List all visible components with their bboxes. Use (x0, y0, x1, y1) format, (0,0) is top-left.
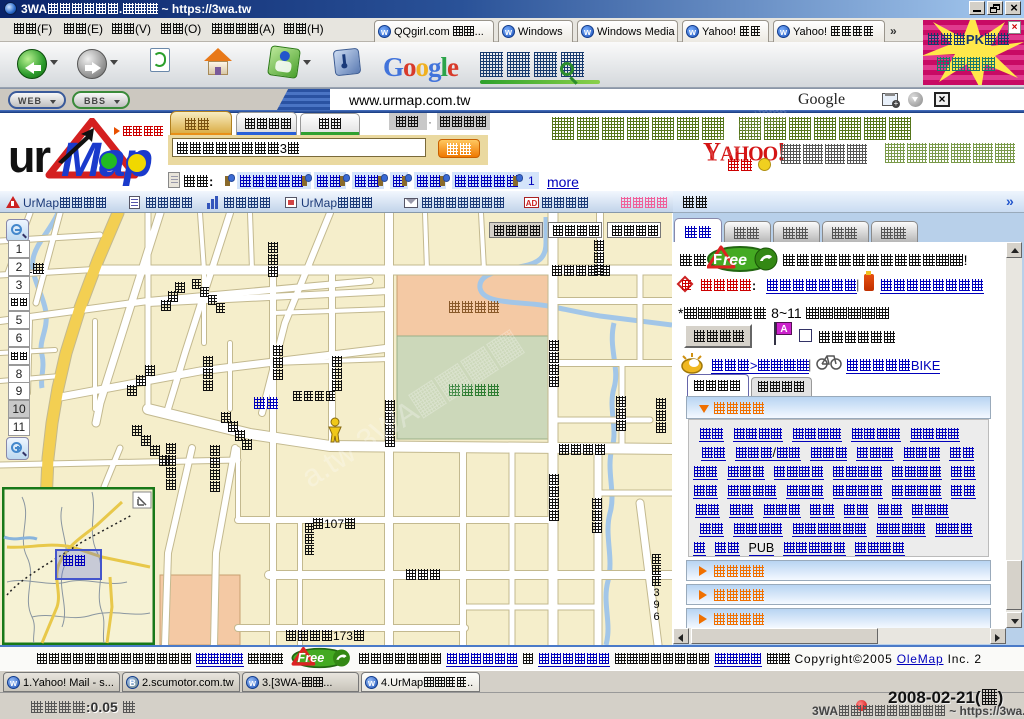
svg-text:Free: Free (297, 651, 324, 665)
svg-text:ree: ree (723, 252, 747, 269)
svg-text:F: F (713, 251, 722, 268)
svg-text:ur: ur (8, 131, 50, 182)
